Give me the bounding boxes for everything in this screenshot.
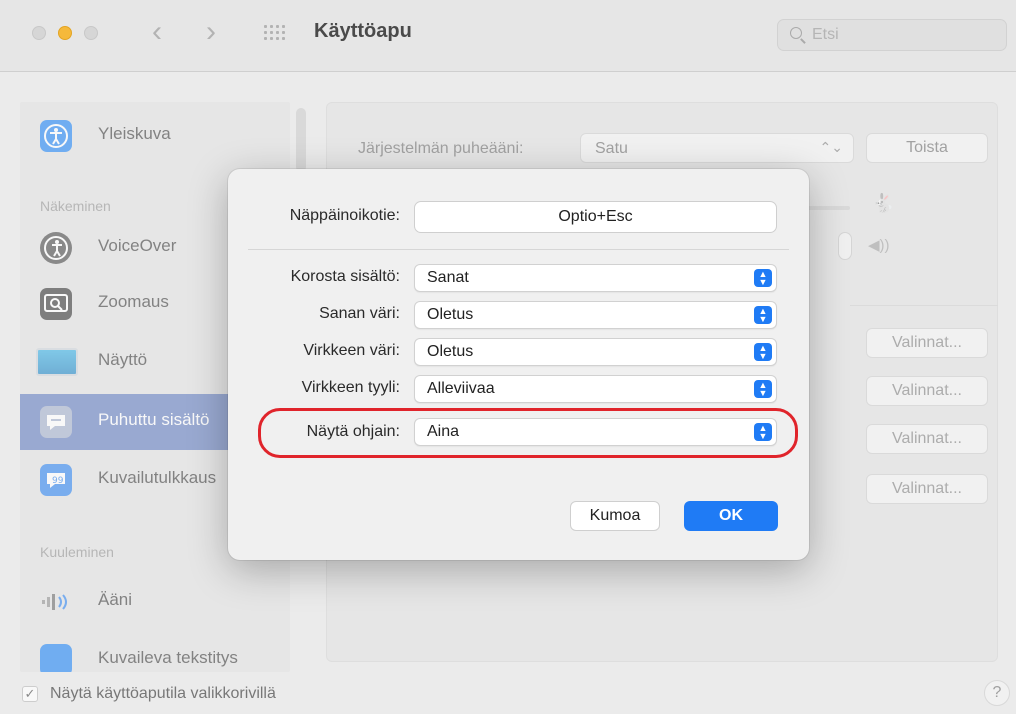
word-color-label: Sanan väri:: [319, 305, 400, 322]
popup-value: Alleviivaa: [427, 380, 495, 397]
show-all-grid-icon[interactable]: [264, 25, 285, 41]
title-bar: ‹ › Käyttöapu Etsi: [0, 0, 1016, 72]
zoom-window-button[interactable]: [84, 26, 98, 40]
search-icon: [790, 27, 802, 39]
popup-value: Oletus: [427, 306, 474, 323]
sentence-style-label: Virkkeen tyyli:: [301, 379, 400, 396]
word-color-popup[interactable]: Oletus ▲ ▼: [414, 301, 777, 329]
minimize-window-button[interactable]: [58, 26, 72, 40]
popup-stepper-icon: ▲ ▼: [754, 343, 772, 361]
shortcut-label: Näppäinoikotie:: [289, 207, 400, 224]
popup-stepper-icon: ▲ ▼: [754, 269, 772, 287]
popup-stepper-icon: ▲ ▼: [754, 306, 772, 324]
annotation-highlight-ring: [258, 408, 798, 458]
search-field[interactable]: Etsi: [777, 19, 1007, 51]
ok-button[interactable]: OK: [684, 501, 778, 531]
highlight-content-popup[interactable]: Sanat ▲ ▼: [414, 264, 777, 292]
search-placeholder: Etsi: [812, 26, 839, 43]
cancel-button[interactable]: Kumoa: [570, 501, 660, 531]
sentence-style-popup[interactable]: Alleviivaa ▲ ▼: [414, 375, 777, 403]
shortcut-field[interactable]: Optio+Esc: [414, 201, 777, 233]
popup-stepper-icon: ▲ ▼: [754, 380, 772, 398]
forward-arrow-icon[interactable]: ›: [206, 16, 216, 48]
back-arrow-icon[interactable]: ‹: [152, 16, 162, 48]
popup-value: Sanat: [427, 269, 469, 286]
highlight-content-label: Korosta sisältö:: [290, 268, 400, 285]
close-window-button[interactable]: [32, 26, 46, 40]
sentence-color-label: Virkkeen väri:: [303, 342, 400, 359]
window-title: Käyttöapu: [314, 20, 412, 42]
spoken-content-options-dialog: Näppäinoikotie: Optio+Esc Korosta sisält…: [228, 169, 809, 560]
dialog-divider: [248, 249, 789, 250]
popup-value: Oletus: [427, 343, 474, 360]
sentence-color-popup[interactable]: Oletus ▲ ▼: [414, 338, 777, 366]
